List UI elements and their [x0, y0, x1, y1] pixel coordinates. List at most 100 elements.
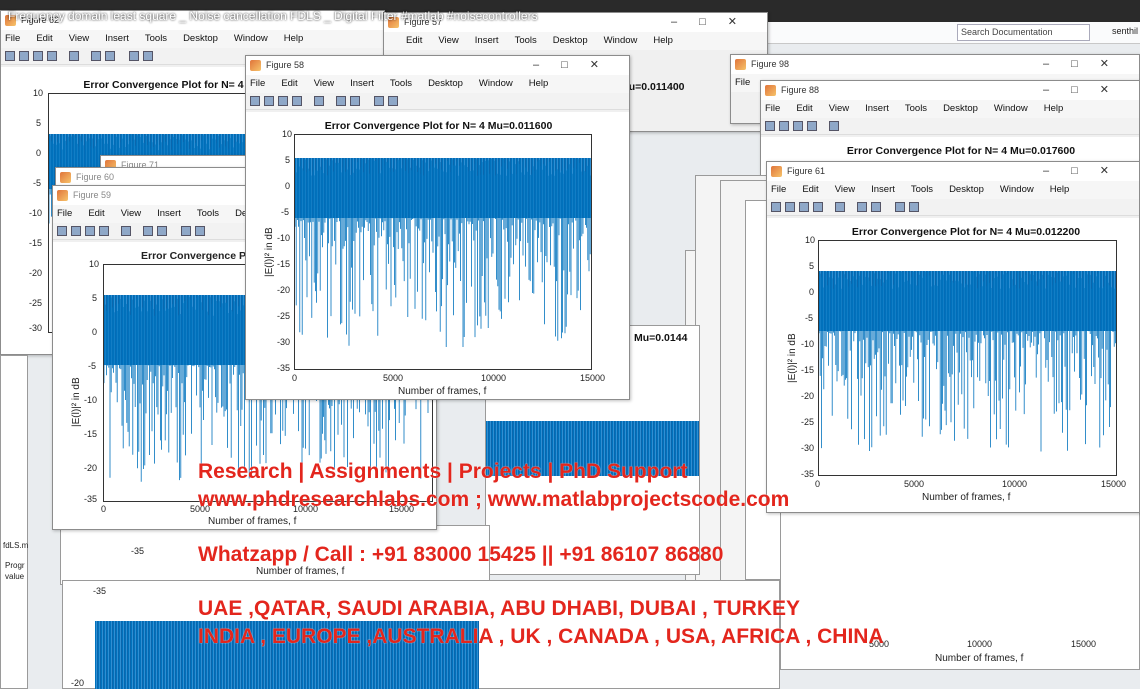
menu-insert[interactable]: Insert — [105, 33, 129, 44]
menu-view[interactable]: View — [438, 35, 458, 46]
current-file-name[interactable]: fdLS.m — [3, 541, 28, 550]
window-controls[interactable]: –□✕ — [1043, 164, 1131, 177]
new-icon[interactable] — [765, 121, 775, 131]
menu-view[interactable]: View — [314, 78, 334, 89]
menu-edit[interactable]: Edit — [36, 33, 52, 44]
menu-window[interactable]: Window — [234, 33, 268, 44]
print-icon[interactable] — [813, 202, 823, 212]
open-icon[interactable] — [779, 121, 789, 131]
new-icon[interactable] — [5, 51, 15, 61]
legend-icon[interactable] — [871, 202, 881, 212]
window-controls[interactable]: –□✕ — [1043, 83, 1131, 96]
save-icon[interactable] — [278, 96, 288, 106]
pointer-icon[interactable] — [181, 226, 191, 236]
menu-desktop[interactable]: Desktop — [553, 35, 588, 46]
pointer-icon[interactable] — [374, 96, 384, 106]
menu-desktop[interactable]: Desktop — [949, 184, 984, 195]
window-controls[interactable]: –□✕ — [671, 15, 759, 28]
menu-view[interactable]: View — [835, 184, 855, 195]
save-icon[interactable] — [799, 202, 809, 212]
menu-file[interactable]: File — [57, 208, 72, 219]
menu-tools[interactable]: Tools — [905, 103, 927, 114]
legend-icon[interactable] — [157, 226, 167, 236]
menu-edit[interactable]: Edit — [796, 103, 812, 114]
menu-insert[interactable]: Insert — [475, 35, 499, 46]
menu-window[interactable]: Window — [604, 35, 638, 46]
menu-insert[interactable]: Insert — [350, 78, 374, 89]
menu-desktop[interactable]: Desktop — [428, 78, 463, 89]
menu-window[interactable]: Window — [994, 103, 1028, 114]
new-icon[interactable] — [250, 96, 260, 106]
menu-tools[interactable]: Tools — [197, 208, 219, 219]
menu-view[interactable]: View — [829, 103, 849, 114]
legend-icon[interactable] — [350, 96, 360, 106]
new-icon[interactable] — [771, 202, 781, 212]
legend-icon[interactable] — [105, 51, 115, 61]
link-icon[interactable] — [835, 202, 845, 212]
save-icon[interactable] — [85, 226, 95, 236]
menu-file[interactable]: File — [735, 77, 750, 88]
print-icon[interactable] — [99, 226, 109, 236]
open-icon[interactable] — [19, 51, 29, 61]
menu-file[interactable]: File — [765, 103, 780, 114]
user-name[interactable]: senthil — [1112, 26, 1138, 36]
menu-file[interactable]: File — [771, 184, 786, 195]
print-icon[interactable] — [807, 121, 817, 131]
menu-tools[interactable]: Tools — [145, 33, 167, 44]
figure-98-titlebar[interactable]: Figure 98 –□✕ — [731, 55, 1139, 74]
figure-88-titlebar[interactable]: Figure 88 –□✕ — [761, 81, 1139, 100]
new-icon[interactable] — [57, 226, 67, 236]
print-icon[interactable] — [47, 51, 57, 61]
menu-edit[interactable]: Edit — [802, 184, 818, 195]
menu-edit[interactable]: Edit — [406, 35, 422, 46]
menu-edit[interactable]: Edit — [88, 208, 104, 219]
figure-61-window[interactable]: Figure 61 –□✕ File Edit View Insert Tools Desk… — [766, 161, 1140, 513]
open-icon[interactable] — [785, 202, 795, 212]
menu-help[interactable]: Help — [1050, 184, 1070, 195]
menu-insert[interactable]: Insert — [865, 103, 889, 114]
menu-window[interactable]: Window — [479, 78, 513, 89]
plot-tools-icon[interactable] — [143, 51, 153, 61]
link-icon[interactable] — [121, 226, 131, 236]
plot-tools-icon[interactable] — [195, 226, 205, 236]
figure-61-titlebar[interactable]: Figure 61 –□✕ — [767, 162, 1139, 181]
menu-help[interactable]: Help — [529, 78, 549, 89]
menu-help[interactable]: Help — [284, 33, 304, 44]
window-controls[interactable]: –□✕ — [1043, 57, 1131, 70]
menu-file[interactable]: File — [5, 33, 20, 44]
menu-help[interactable]: Help — [653, 35, 673, 46]
window-controls[interactable]: –□✕ — [533, 58, 621, 71]
pointer-icon[interactable] — [129, 51, 139, 61]
colorbar-icon[interactable] — [91, 51, 101, 61]
save-icon[interactable] — [33, 51, 43, 61]
figure-58-window[interactable]: Figure 58 –□✕ File Edit View Insert Tools Desk… — [245, 55, 630, 400]
menu-tools[interactable]: Tools — [911, 184, 933, 195]
menu-tools[interactable]: Tools — [515, 35, 537, 46]
menu-edit[interactable]: Edit — [281, 78, 297, 89]
menu-insert[interactable]: Insert — [871, 184, 895, 195]
plot-tools-icon[interactable] — [388, 96, 398, 106]
print-icon[interactable] — [292, 96, 302, 106]
link-icon[interactable] — [829, 121, 839, 131]
colorbar-icon[interactable] — [143, 226, 153, 236]
open-icon[interactable] — [264, 96, 274, 106]
search-documentation-input[interactable]: Search Documentation — [957, 24, 1090, 41]
figure-58-titlebar[interactable]: Figure 58 –□✕ — [246, 56, 629, 75]
menu-insert[interactable]: Insert — [157, 208, 181, 219]
menu-view[interactable]: View — [69, 33, 89, 44]
save-icon[interactable] — [793, 121, 803, 131]
open-icon[interactable] — [71, 226, 81, 236]
menu-desktop[interactable]: Desktop — [183, 33, 218, 44]
menu-desktop[interactable]: Desktop — [943, 103, 978, 114]
menu-file[interactable]: File — [250, 78, 265, 89]
menu-view[interactable]: View — [121, 208, 141, 219]
menu-help[interactable]: Help — [1044, 103, 1064, 114]
plot-tools-icon[interactable] — [909, 202, 919, 212]
colorbar-icon[interactable] — [336, 96, 346, 106]
colorbar-icon[interactable] — [857, 202, 867, 212]
menu-tools[interactable]: Tools — [390, 78, 412, 89]
link-icon[interactable] — [69, 51, 79, 61]
pointer-icon[interactable] — [895, 202, 905, 212]
link-icon[interactable] — [314, 96, 324, 106]
menu-window[interactable]: Window — [1000, 184, 1034, 195]
